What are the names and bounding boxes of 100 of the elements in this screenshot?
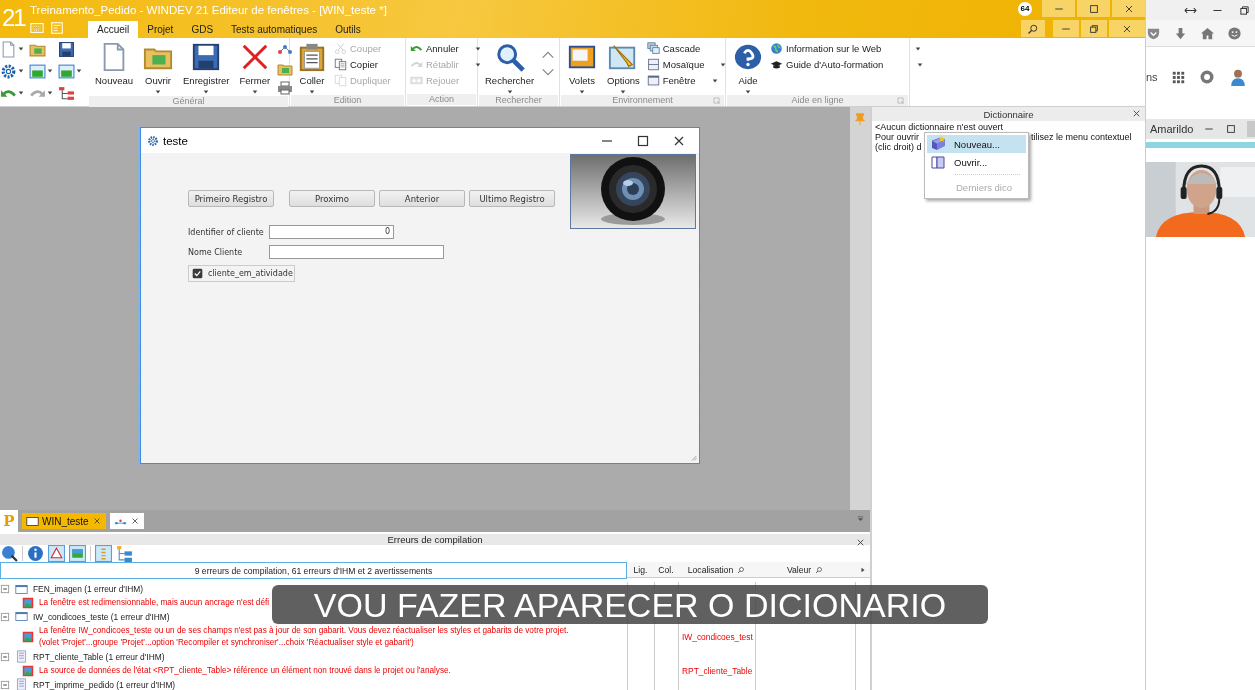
form-button[interactable]: Anterior <box>379 190 465 207</box>
collapse-icon[interactable] <box>0 611 10 622</box>
folder-icon[interactable] <box>277 61 294 77</box>
ribbon-button[interactable]: Rechercher <box>482 42 538 95</box>
close-button[interactable] <box>1112 0 1145 17</box>
caret-icon <box>711 77 718 84</box>
tree-item[interactable]: FEN_imagen (1 erreur d'IHM) <box>33 582 144 596</box>
image-icon[interactable] <box>69 545 86 562</box>
collapse-icon[interactable] <box>0 679 10 690</box>
ribbon-button[interactable]: Fermer <box>236 42 274 95</box>
list-icon[interactable] <box>95 545 112 562</box>
tree-item[interactable]: IW_condicoes_teste (1 erreur d'IHM) <box>33 609 170 624</box>
tree-item[interactable]: RPT_imprime_pedido (1 erreur d'IHM) <box>33 677 176 690</box>
close-button[interactable] <box>129 516 140 526</box>
form-button[interactable]: Primeiro Registro <box>188 190 274 207</box>
printer-icon[interactable] <box>277 80 294 96</box>
document-tab[interactable] <box>109 513 144 529</box>
caret-icon[interactable] <box>47 90 53 96</box>
toolbar-label: ns <box>1146 71 1158 83</box>
document-tab[interactable]: WIN_teste <box>22 513 106 529</box>
duplicate-icon <box>334 74 347 87</box>
tile-icon <box>646 58 660 71</box>
window-icon <box>646 74 660 87</box>
menu-tab[interactable]: GDS <box>182 21 223 38</box>
ribbon-button[interactable]: Aide <box>730 42 766 95</box>
column-header[interactable]: 9 erreurs de compilation, 61 erreurs d'IHM et 2 avertissements <box>0 562 627 579</box>
ribbon-button[interactable]: Guide d'Auto-formation <box>770 58 924 71</box>
ribbon-button[interactable]: Volets <box>564 42 600 95</box>
ribbon-button[interactable]: Fenêtre <box>646 74 727 87</box>
checkbox[interactable]: cliente_em_atividade <box>188 265 295 282</box>
scissors-icon <box>334 42 347 55</box>
ribbon-button[interactable]: Copier <box>334 58 391 71</box>
error-message: La fenêtre IW_condicoes_teste ou un de ses champs n'est pas à jour de son gabarit. Vous devez réactualiser les styles et gabarits de votre projet. (volet 'Projet'...groupe 'Projet'...option 'Recompiler et synchroniser'...choix 'Réactualiser style et gabarit') <box>39 624 569 649</box>
apps-icon[interactable] <box>1171 70 1185 84</box>
column-header[interactable]: Col. <box>654 562 678 578</box>
circle-icon[interactable] <box>1198 69 1215 85</box>
scroll-right-icon[interactable] <box>859 566 866 573</box>
menu-item[interactable]: Ouvrir... <box>927 153 1026 171</box>
ribbon-button[interactable]: Cascade <box>646 42 727 55</box>
column-header[interactable]: Lig. <box>627 562 654 578</box>
ribbon-button[interactable]: Mosaïque <box>646 58 727 71</box>
home-icon[interactable] <box>1200 25 1215 41</box>
group-title: Environnement <box>612 95 673 106</box>
clipboard-icon <box>297 42 327 72</box>
search-icon <box>737 565 746 574</box>
caret-icon[interactable] <box>47 68 53 74</box>
ribbon-button[interactable]: Options <box>604 42 643 95</box>
smiley-icon[interactable] <box>1227 25 1242 41</box>
menu-item[interactable]: Nouveau... <box>927 135 1026 153</box>
hierarchy-icon[interactable] <box>116 545 133 562</box>
ribbon-button[interactable]: Information sur le Web <box>770 42 924 55</box>
help-icon <box>733 42 763 72</box>
maximize-icon[interactable] <box>1225 123 1238 135</box>
input-field[interactable] <box>269 245 444 259</box>
globe-icon <box>770 42 783 55</box>
search-icon <box>494 42 525 72</box>
group-title: Général <box>172 96 205 107</box>
caret-icon[interactable] <box>18 68 24 74</box>
globe-search-icon[interactable] <box>1 545 18 562</box>
ribbon-button[interactable]: Annuler <box>410 42 481 55</box>
form-button[interactable]: Ultimo Registro <box>469 190 555 207</box>
collapse-icon[interactable] <box>0 584 10 594</box>
caret-icon[interactable] <box>76 68 82 74</box>
column-header[interactable]: Valeur <box>755 562 855 578</box>
app-icon <box>147 134 159 147</box>
caret-icon[interactable] <box>18 90 24 96</box>
close-button[interactable] <box>1131 108 1142 119</box>
input-field[interactable]: 0 <box>269 225 394 239</box>
gear-icon[interactable] <box>0 62 17 80</box>
ribbon-button[interactable]: Enregistrer <box>180 42 233 95</box>
menu-tab[interactable]: Accueil <box>88 21 139 38</box>
form-button[interactable]: Proximo <box>289 190 375 207</box>
restore-icon[interactable] <box>1238 3 1251 17</box>
table-cell-text: IW_condicoes_test <box>682 630 753 644</box>
restore-button[interactable] <box>1081 20 1107 37</box>
close-button[interactable] <box>91 516 102 526</box>
tree-item[interactable]: RPT_cliente_Table (1 erreur d'IHM) <box>33 649 165 664</box>
column-header[interactable]: Localisation <box>678 562 755 578</box>
ribbon-button[interactable]: Ouvrir <box>140 42 177 95</box>
restore-icon <box>1088 22 1100 35</box>
collapse-icon[interactable] <box>0 651 10 662</box>
info-icon[interactable] <box>27 545 44 562</box>
error-message: La fenêtre est redimensionnable, mais aucun ancrage n'est défi <box>39 597 270 609</box>
menu-tab[interactable]: Outils <box>326 21 370 38</box>
caret-icon[interactable] <box>18 46 24 52</box>
search-button[interactable] <box>1021 20 1045 37</box>
ribbon-button[interactable]: Nouveau <box>92 42 137 86</box>
avatar-icon[interactable] <box>1228 68 1247 86</box>
close-icon <box>1131 108 1142 119</box>
menu-tab[interactable]: Projet <box>138 21 183 38</box>
maximize-button[interactable] <box>1077 0 1110 17</box>
close-button[interactable] <box>855 537 866 548</box>
graduation-cap-icon <box>770 58 783 71</box>
menu-tab[interactable]: Tests automatiques <box>222 21 327 38</box>
info-text: <Aucun dictionnaire n'est ouvert <box>875 122 1004 132</box>
tree-icon[interactable] <box>58 84 75 102</box>
warning-icon[interactable] <box>48 545 65 562</box>
ribbon-button[interactable]: Coller <box>294 42 330 95</box>
error-message: La source de données de l'état <RPT_cliente_Table> référence un élément non trouvé dans le projet ou l'analyse. <box>39 664 451 677</box>
caret-icon <box>720 61 727 68</box>
